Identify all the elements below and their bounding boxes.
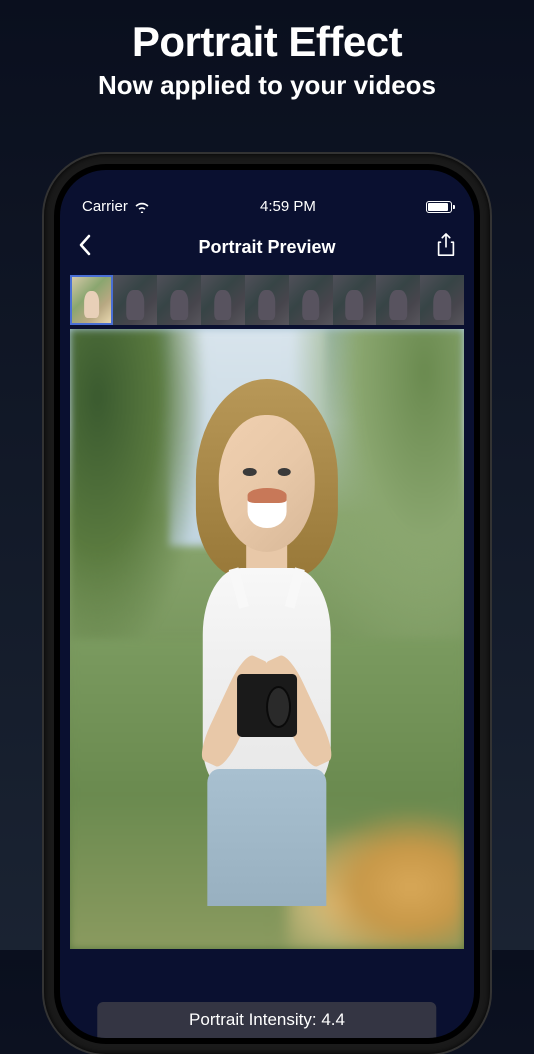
- wifi-icon: [134, 201, 150, 213]
- timeline-frame[interactable]: [333, 275, 377, 325]
- nav-bar: Portrait Preview: [60, 223, 474, 275]
- share-icon: [436, 233, 456, 257]
- chevron-left-icon: [78, 234, 92, 256]
- status-bar: Carrier 4:59 PM: [60, 170, 474, 223]
- promo-subtitle: Now applied to your videos: [0, 70, 534, 101]
- battery-icon: [426, 201, 452, 213]
- preview-subject: [153, 379, 382, 906]
- share-button[interactable]: [426, 233, 456, 262]
- promo-title: Portrait Effect: [0, 18, 534, 66]
- timeline-frame[interactable]: [157, 275, 201, 325]
- timeline-frame[interactable]: [201, 275, 245, 325]
- promo-header: Portrait Effect Now applied to your vide…: [0, 0, 534, 101]
- back-button[interactable]: [78, 231, 108, 263]
- timeline-frame[interactable]: [376, 275, 420, 325]
- phone-screen: Carrier 4:59 PM Por: [60, 170, 474, 1038]
- timeline-frame[interactable]: [245, 275, 289, 325]
- phone-inner: Carrier 4:59 PM Por: [54, 164, 480, 1044]
- video-preview[interactable]: [70, 329, 464, 949]
- timeline-frame[interactable]: [289, 275, 333, 325]
- video-timeline[interactable]: [70, 275, 464, 325]
- carrier-label: Carrier: [82, 198, 128, 215]
- timeline-frame[interactable]: [420, 275, 464, 325]
- timeline-frame[interactable]: [113, 275, 157, 325]
- intensity-label: Portrait Intensity: 4.4: [97, 1002, 436, 1038]
- status-time: 4:59 PM: [260, 198, 316, 215]
- phone-frame: Carrier 4:59 PM Por: [44, 154, 490, 1054]
- nav-title: Portrait Preview: [198, 237, 335, 258]
- timeline-frame-active[interactable]: [70, 275, 113, 325]
- status-right: [426, 201, 452, 213]
- status-left: Carrier: [82, 198, 150, 215]
